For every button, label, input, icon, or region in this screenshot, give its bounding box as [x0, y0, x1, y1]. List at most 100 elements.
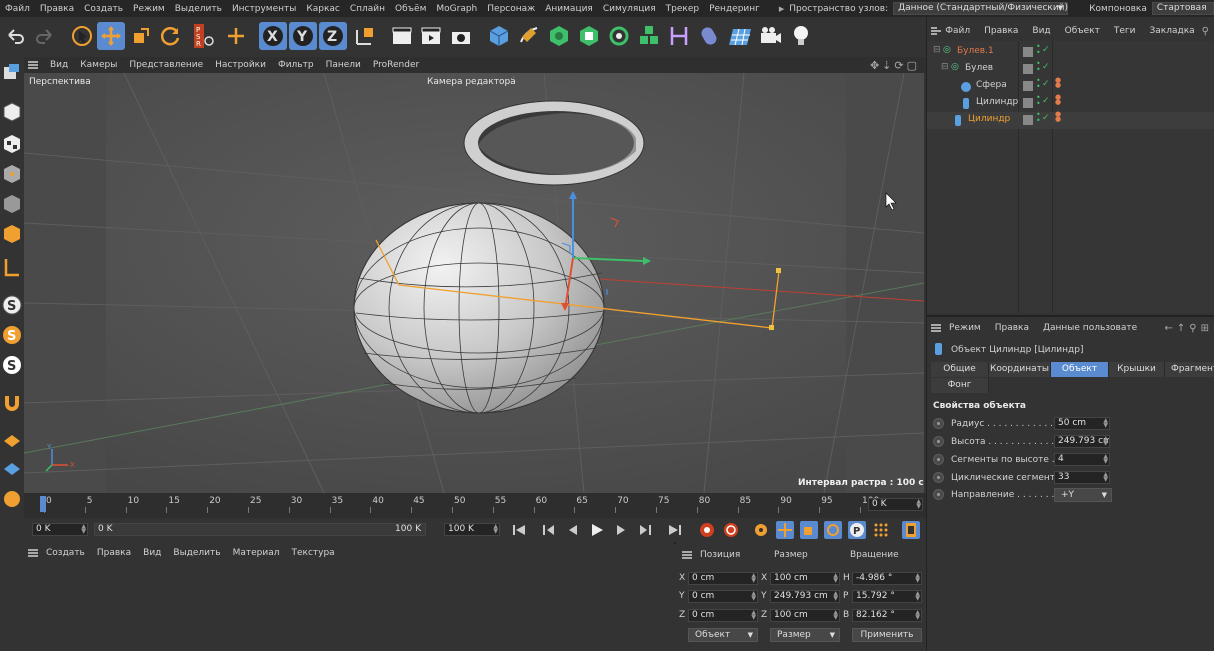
vp-menu-cameras[interactable]: Камеры	[74, 60, 123, 70]
key-rotation-button[interactable]	[824, 521, 842, 539]
hamburger-icon[interactable]	[931, 324, 941, 332]
vp-menu-view[interactable]: Вид	[44, 60, 74, 70]
go-to-end-button[interactable]	[666, 521, 684, 539]
menu-edit[interactable]: Правка	[35, 4, 79, 14]
cube-button[interactable]	[485, 22, 513, 50]
vp-menu-filter[interactable]: Фильтр	[272, 60, 320, 70]
radius-field[interactable]: 50 cm ▲ ▼	[1054, 417, 1110, 430]
live-selection-button[interactable]	[68, 22, 96, 50]
workplane-button[interactable]	[1, 255, 22, 279]
orientation-dropdown[interactable]: +Y ▼	[1054, 488, 1112, 502]
visibility-dots-icon[interactable]: • •	[1036, 111, 1041, 125]
start-frame-field[interactable]: 0 K ▲ ▼	[32, 523, 88, 536]
make-editable-button[interactable]	[1, 61, 22, 85]
mat-menu-view[interactable]: Вид	[137, 548, 167, 558]
pos-z-field[interactable]: 0 cm ▲ ▼	[688, 609, 758, 622]
extra-tool-button[interactable]	[1, 487, 22, 511]
menu-mograph[interactable]: MoGraph	[431, 4, 482, 14]
height-segments-field[interactable]: 4 ▲ ▼	[1054, 453, 1110, 466]
hamburger-icon[interactable]	[931, 27, 942, 35]
animate-radio[interactable]	[933, 418, 944, 429]
layout-dropdown[interactable]: Стартовая	[1151, 2, 1214, 15]
lock-z-button[interactable]: Z	[319, 22, 347, 50]
menu-tools[interactable]: Инструменты	[227, 4, 301, 14]
object-row[interactable]: ⊟ ◎ Булев.1 • • ✓	[927, 43, 1214, 61]
end-frame-field[interactable]: 100 K ▲ ▼	[444, 523, 500, 536]
points-mode-button[interactable]	[1, 192, 22, 216]
menu-mesh[interactable]: Каркас	[301, 4, 345, 14]
field-button[interactable]	[665, 22, 693, 50]
check-icon[interactable]: ✓	[1042, 45, 1050, 55]
grid-workplane-button[interactable]	[1, 457, 22, 481]
prev-frame-button[interactable]	[564, 521, 582, 539]
timeline-window-button[interactable]	[902, 521, 920, 539]
menu-file[interactable]: Файл	[0, 4, 35, 14]
phong-tag-icon[interactable]: ● ●	[1055, 77, 1061, 89]
magnet-button[interactable]	[1, 391, 22, 415]
apply-button[interactable]: Применить	[852, 628, 922, 642]
layer-icon[interactable]	[1023, 81, 1033, 91]
move-button[interactable]	[97, 22, 125, 50]
om-menu-edit[interactable]: Правка	[977, 26, 1025, 36]
go-to-start-button[interactable]	[510, 521, 528, 539]
rot-h-field[interactable]: -4.986 ° ▲ ▼	[852, 572, 922, 585]
check-icon[interactable]: ✓	[1042, 62, 1050, 72]
play-button[interactable]	[588, 521, 606, 539]
quantize-button[interactable]: S	[1, 353, 22, 377]
om-menu-tags[interactable]: Теги	[1107, 26, 1143, 36]
hamburger-icon[interactable]	[28, 61, 38, 69]
tab-coordinates[interactable]: Координаты	[989, 362, 1051, 377]
effector-button[interactable]	[695, 22, 723, 50]
scale-button[interactable]	[127, 22, 155, 50]
undo-button[interactable]	[2, 22, 30, 50]
size-z-field[interactable]: 100 cm ▲ ▼	[770, 609, 840, 622]
next-frame-button[interactable]	[612, 521, 630, 539]
mat-menu-create[interactable]: Создать	[44, 548, 91, 558]
prev-key-button[interactable]	[540, 521, 558, 539]
om-menu-view[interactable]: Вид	[1025, 26, 1057, 36]
render-settings-button[interactable]	[447, 22, 475, 50]
search-icon[interactable]: ⚲	[1202, 26, 1209, 37]
expand-icon[interactable]: ⊟	[933, 45, 941, 55]
vp-menu-options[interactable]: Настройки	[209, 60, 272, 70]
om-menu-object[interactable]: Объект	[1058, 26, 1107, 36]
object-row[interactable]: Сфера • • ✓ ● ●	[927, 77, 1214, 95]
layer-icon[interactable]	[1023, 98, 1033, 108]
floor-workplane-button[interactable]	[1, 429, 22, 453]
menu-animation[interactable]: Анимация	[540, 4, 598, 14]
lock-y-button[interactable]: Y	[289, 22, 317, 50]
lock-x-button[interactable]: X	[259, 22, 287, 50]
rotate-button[interactable]	[157, 22, 185, 50]
mat-menu-texture[interactable]: Текстура	[285, 548, 340, 558]
object-name[interactable]: Булев	[965, 63, 993, 73]
tab-caps[interactable]: Крышки	[1109, 362, 1165, 377]
animate-radio[interactable]	[933, 454, 944, 465]
floor-button[interactable]	[727, 22, 755, 50]
hamburger-icon[interactable]	[28, 549, 38, 557]
mat-menu-select[interactable]: Выделить	[167, 548, 226, 558]
snap-button[interactable]: S	[1, 293, 22, 317]
timeline-ruler[interactable]: 0510152025303540455055606570758085909510…	[40, 496, 879, 514]
auto-key-button[interactable]	[722, 521, 740, 539]
next-key-button[interactable]	[636, 521, 654, 539]
key-scale-button[interactable]	[800, 521, 818, 539]
timeline[interactable]: 0510152025303540455055606570758085909510…	[24, 493, 926, 518]
tab-object[interactable]: Объект	[1051, 362, 1109, 377]
om-menu-file[interactable]: Файл	[943, 26, 977, 36]
object-row[interactable]: ⊟ ◎ Булев • • ✓	[927, 60, 1214, 78]
layer-icon[interactable]	[1023, 47, 1033, 57]
record-button[interactable]	[698, 521, 716, 539]
menu-simulation[interactable]: Симуляция	[598, 4, 661, 14]
visibility-dots-icon[interactable]: • •	[1036, 60, 1041, 74]
visibility-dots-icon[interactable]: • •	[1036, 94, 1041, 108]
menu-create[interactable]: Создать	[79, 4, 128, 14]
playhead[interactable]	[40, 496, 46, 512]
menu-render[interactable]: Рендеринг	[704, 4, 765, 14]
frame-range-slider[interactable]: 0 K 100 K	[94, 523, 426, 536]
layer-icon[interactable]	[1023, 115, 1033, 125]
axis-mode-button[interactable]	[1, 162, 22, 186]
menu-volume[interactable]: Объём	[390, 4, 431, 14]
menu-spline[interactable]: Сплайн	[345, 4, 390, 14]
rot-p-field[interactable]: 15.792 ° ▲ ▼	[852, 590, 922, 603]
coord-mode-dropdown[interactable]: Объект ▼	[688, 628, 758, 642]
